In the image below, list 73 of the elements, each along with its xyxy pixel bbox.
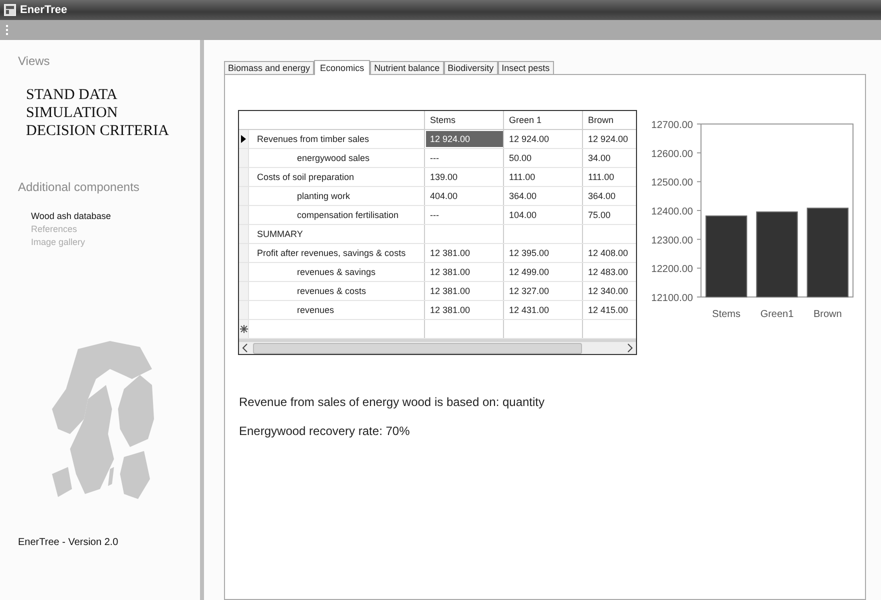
column-header[interactable]: Stems [425, 111, 504, 129]
row-header: revenues & costs [296, 286, 366, 296]
y-tick-label: 12300.00 [651, 235, 693, 246]
row-header: SUMMARY [256, 229, 303, 239]
row-header: revenues & savings [296, 267, 376, 277]
table-cell-text: 50.00 [508, 152, 533, 165]
y-tick-label: 12500.00 [651, 178, 693, 189]
column-header[interactable]: Brown [583, 111, 635, 129]
row-header: Revenues from timber sales [256, 134, 370, 144]
row-header: Costs of soil preparation [256, 172, 354, 182]
tab[interactable]: Economics [314, 60, 370, 75]
table-cell-text: 139.00 [429, 171, 459, 184]
new-row-icon [240, 325, 248, 333]
tab[interactable]: Insect pests [498, 61, 554, 74]
table-cell-text: --- [429, 152, 440, 165]
y-tick-label: 12200.00 [651, 264, 693, 276]
components-heading: Additional components [18, 180, 140, 194]
table-cell-text: 12 381.00 [429, 285, 472, 298]
scroll-left-icon[interactable] [241, 343, 249, 353]
view-link[interactable]: SIMULATION [26, 104, 200, 122]
info-text: Revenue from sales of energy wood is based on: quantity [239, 395, 546, 409]
table-cell-text: 75.00 [587, 209, 612, 222]
info-text: Energywood recovery rate: 70% [239, 424, 411, 438]
table-cell-text: 404.00 [429, 190, 459, 203]
y-tick-label: 12100.00 [651, 293, 693, 304]
component-link[interactable]: Wood ash database [31, 210, 200, 223]
scroll-right-icon[interactable] [626, 343, 634, 353]
tab[interactable]: Biomass and energy [224, 61, 314, 74]
row-selector[interactable] [239, 130, 249, 148]
row-header: planting work [296, 191, 350, 201]
table-cell-text: 12 327.00 [508, 285, 550, 298]
table-cell-text: 12 924.00 [587, 133, 630, 146]
x-axis-label: Stems [712, 309, 740, 320]
y-tick-label: 12400.00 [651, 206, 693, 218]
table-cell-text: 12 499.00 [508, 266, 550, 279]
column-header[interactable]: Green 1 [504, 111, 583, 129]
horizontal-scrollbar[interactable] [239, 342, 636, 354]
row-header: energywood sales [296, 153, 370, 163]
table-cell-text: 364.00 [587, 190, 617, 203]
row-header: revenues [296, 305, 334, 315]
table-cell-text: 12 340.00 [587, 285, 630, 298]
window-icon [4, 4, 16, 16]
table-cell-text: 12 483.00 [587, 266, 630, 279]
views-heading: Views [18, 54, 51, 68]
table-cell-text: 104.00 [508, 209, 538, 222]
window-title: EnerTree [20, 4, 68, 16]
row-pointer-icon [241, 135, 246, 143]
table-cell-text: 12 408.00 [587, 247, 630, 260]
table-cell-text: 12 395.00 [508, 247, 550, 260]
x-axis-label: Green1 [760, 309, 794, 320]
table-cell-text: 12 415.00 [587, 304, 630, 317]
tab[interactable]: Nutrient balance [370, 61, 444, 74]
version-label: EnerTree - Version 2.0 [18, 537, 120, 548]
table-cell-text: 364.00 [508, 190, 538, 203]
table-cell-text: 12 381.00 [429, 247, 472, 260]
view-link[interactable]: DECISION CRITERIA [26, 122, 200, 140]
table-cell: 12 924.00 [426, 131, 503, 147]
x-axis-label: Brown [813, 309, 842, 320]
table-cell-text: 111.00 [587, 171, 616, 184]
tab[interactable]: Biodiversity [444, 61, 498, 74]
table-cell-text: 12 924.00 [508, 133, 550, 146]
y-tick-label: 12600.00 [651, 148, 693, 160]
table-cell-text: --- [429, 209, 440, 222]
table-cell-text: 12 381.00 [429, 266, 472, 279]
y-tick-label: 12700.00 [651, 120, 693, 131]
grip-icon[interactable] [6, 25, 9, 35]
table-cell-text: 12 381.00 [429, 304, 472, 317]
table-cell-text: 34.00 [587, 152, 612, 165]
row-header: compensation fertilisation [296, 210, 399, 220]
table-cell-text: 12 431.00 [508, 304, 550, 317]
view-link[interactable]: STAND DATA [26, 86, 200, 104]
row-header: Profit after revenues, savings & costs [256, 248, 406, 258]
table-cell-text: 111.00 [508, 171, 536, 184]
